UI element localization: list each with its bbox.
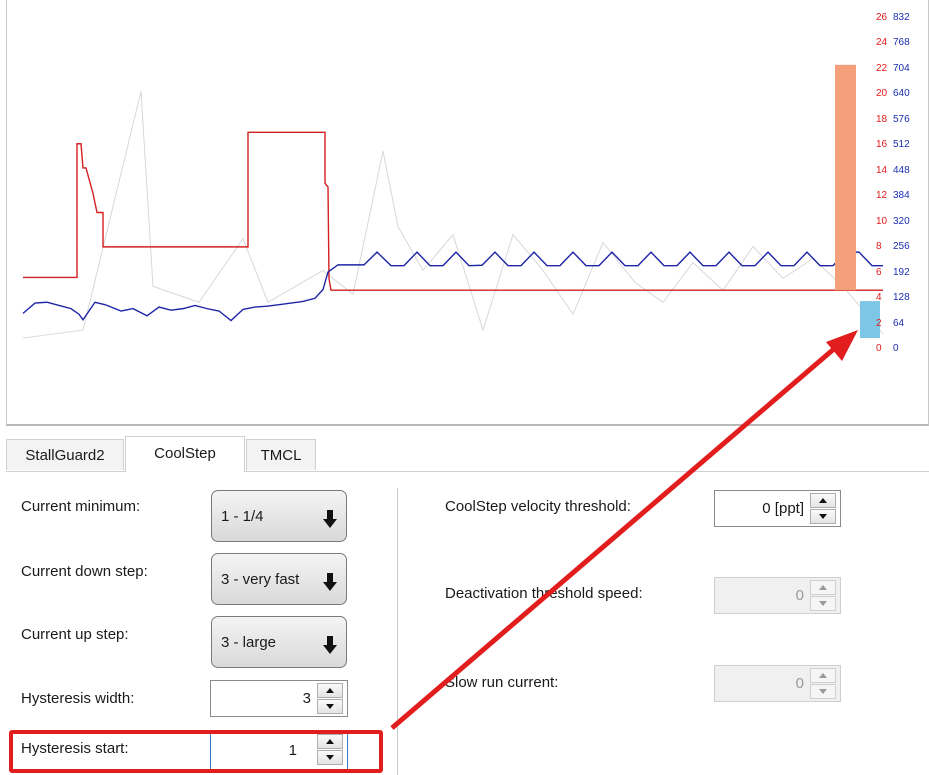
coolstep-velocity-threshold-label: CoolStep velocity threshold:: [445, 498, 631, 515]
triangle-down-icon: [819, 514, 827, 519]
deactivation-threshold-speed-spinbox[interactable]: 0: [714, 577, 841, 614]
current-down-step-dropdown[interactable]: 3 - very fast: [211, 553, 347, 605]
right-axis-tick: 192: [893, 266, 910, 278]
deactivation-threshold-speed-label: Deactivation threshold speed:: [445, 585, 643, 602]
coolstep-velocity-up-button[interactable]: [810, 493, 836, 508]
current-up-step-label: Current up step:: [21, 626, 129, 643]
right-axis-tick: 576: [893, 113, 910, 125]
triangle-down-icon: [819, 601, 827, 606]
current-up-step-value: 3 - large: [221, 634, 277, 651]
hysteresis-width-label: Hysteresis width:: [21, 690, 135, 707]
right-axis-tick: 768: [893, 37, 910, 49]
right-axis-tick: 448: [893, 164, 910, 176]
tab-tmcl[interactable]: TMCL: [246, 439, 316, 470]
arrow-down-icon: [323, 510, 337, 528]
right-axis-tick: 256: [893, 241, 910, 253]
series-line: [22, 91, 884, 339]
right-axis-tick: 512: [893, 139, 910, 151]
triangle-down-icon: [819, 689, 827, 694]
triangle-up-icon: [819, 585, 827, 590]
triangle-up-icon: [819, 673, 827, 678]
chart-panel: 0 2 4 6 8 10 12 14 16 18 20 22 24 26 0 64 128 192 256 320 38…: [6, 0, 929, 426]
right-axis-tick: 128: [893, 292, 910, 304]
slow-run-current-up-button[interactable]: [810, 668, 836, 683]
deactivation-down-button[interactable]: [810, 596, 836, 611]
chart-plot: [22, 64, 884, 339]
current-minimum-label: Current minimum:: [21, 498, 141, 515]
arrow-down-icon: [323, 573, 337, 591]
right-axis-tick: 704: [893, 62, 910, 74]
panel-divider: [397, 488, 398, 775]
tab-bar: StallGuard2 CoolStep TMCL: [6, 436, 929, 472]
hysteresis-width-value: 3: [302, 690, 311, 707]
right-axis-tick: 832: [893, 12, 910, 23]
slow-run-current-label: Slow run current:: [445, 674, 559, 691]
right-axis-tick: 320: [893, 215, 910, 227]
current-minimum-value: 1 - 1/4: [221, 508, 264, 525]
highlight-box: [9, 730, 383, 773]
current-down-step-label: Current down step:: [21, 563, 148, 580]
hysteresis-width-up-button[interactable]: [317, 683, 343, 698]
deactivation-up-button[interactable]: [810, 580, 836, 595]
current-down-step-value: 3 - very fast: [221, 571, 300, 588]
hysteresis-width-spinbox[interactable]: 3: [210, 680, 348, 717]
right-axis-tick: 640: [893, 88, 910, 100]
slow-run-current-down-button[interactable]: [810, 684, 836, 699]
slow-run-current-value: 0: [795, 675, 804, 692]
tab-coolstep[interactable]: CoolStep: [125, 436, 245, 472]
tab-stallguard2[interactable]: StallGuard2: [6, 439, 124, 470]
arrow-down-icon: [323, 636, 337, 654]
right-axis-tick: 384: [893, 190, 910, 202]
current-minimum-dropdown[interactable]: 1 - 1/4: [211, 490, 347, 542]
hysteresis-width-down-button[interactable]: [317, 699, 343, 714]
triangle-up-icon: [326, 688, 334, 693]
deactivation-threshold-speed-value: 0: [795, 587, 804, 604]
coolstep-velocity-threshold-spinbox[interactable]: 0 [ppt]: [714, 490, 841, 527]
right-axis-tick: 0: [893, 343, 899, 354]
triangle-up-icon: [819, 498, 827, 503]
slow-run-current-spinbox[interactable]: 0: [714, 665, 841, 702]
current-up-step-dropdown[interactable]: 3 - large: [211, 616, 347, 668]
coolstep-velocity-threshold-value: 0 [ppt]: [762, 500, 804, 517]
value-bar: [835, 64, 856, 291]
coolstep-velocity-down-button[interactable]: [810, 509, 836, 524]
triangle-down-icon: [326, 704, 334, 709]
right-axis-tick: 64: [893, 317, 905, 329]
